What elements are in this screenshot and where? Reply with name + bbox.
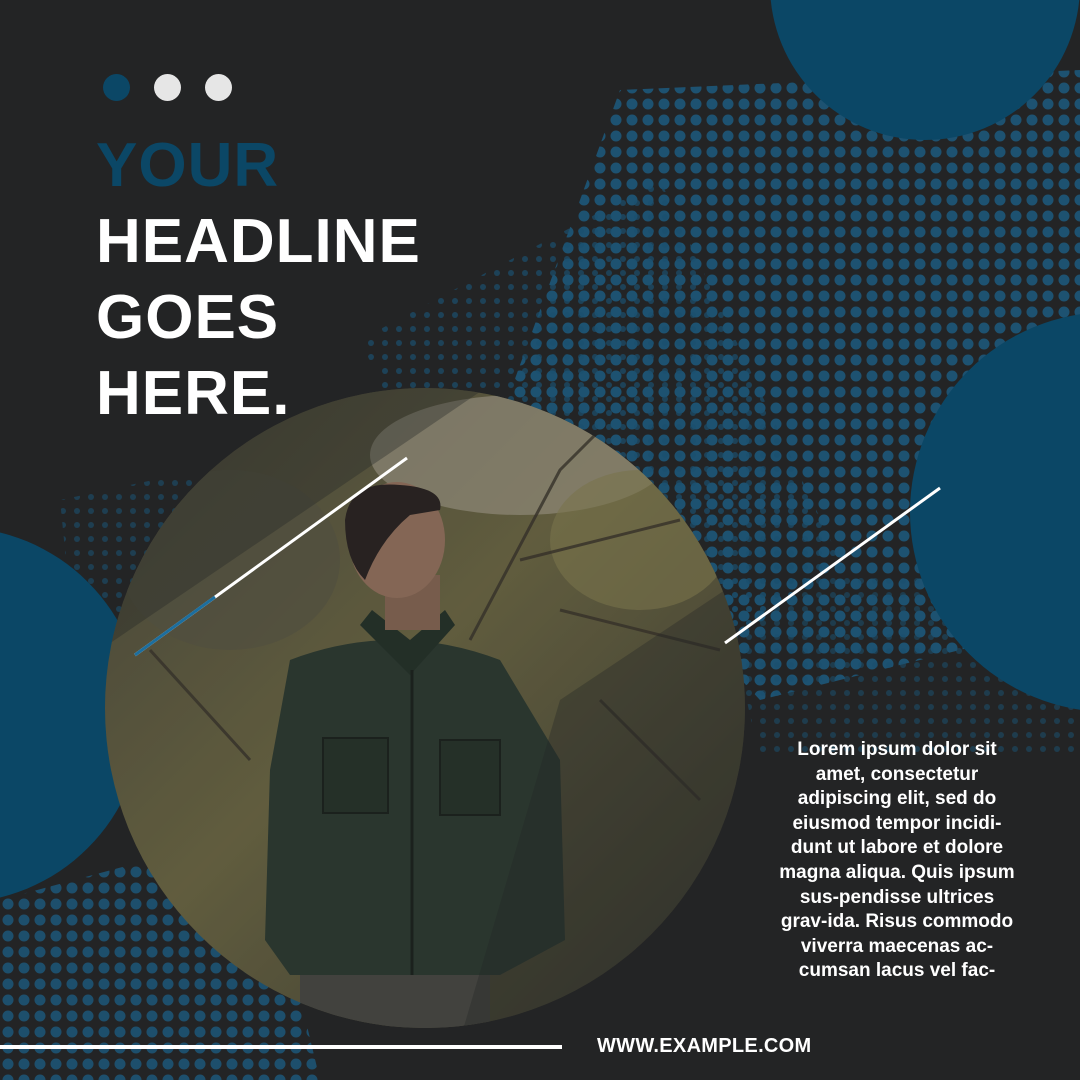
headline-line-4: HERE. bbox=[96, 359, 291, 428]
body-text: Lorem ipsum dolor sit amet, consectetur … bbox=[779, 739, 1015, 982]
headline: YOUR HEADLINE GOES HERE. bbox=[96, 128, 421, 432]
headline-line-1: YOUR bbox=[96, 131, 280, 200]
dot-active bbox=[103, 74, 130, 101]
pagination-dots-icon bbox=[103, 74, 232, 101]
website-url: WWW.EXAMPLE.COM bbox=[597, 1035, 812, 1057]
dot-inactive bbox=[205, 74, 232, 101]
dot-inactive bbox=[154, 74, 181, 101]
headline-line-3: GOES bbox=[96, 283, 280, 352]
headline-line-2: HEADLINE bbox=[96, 207, 421, 276]
poster-canvas: YOUR HEADLINE GOES HERE. Lorem ipsum dol… bbox=[0, 0, 1080, 1080]
